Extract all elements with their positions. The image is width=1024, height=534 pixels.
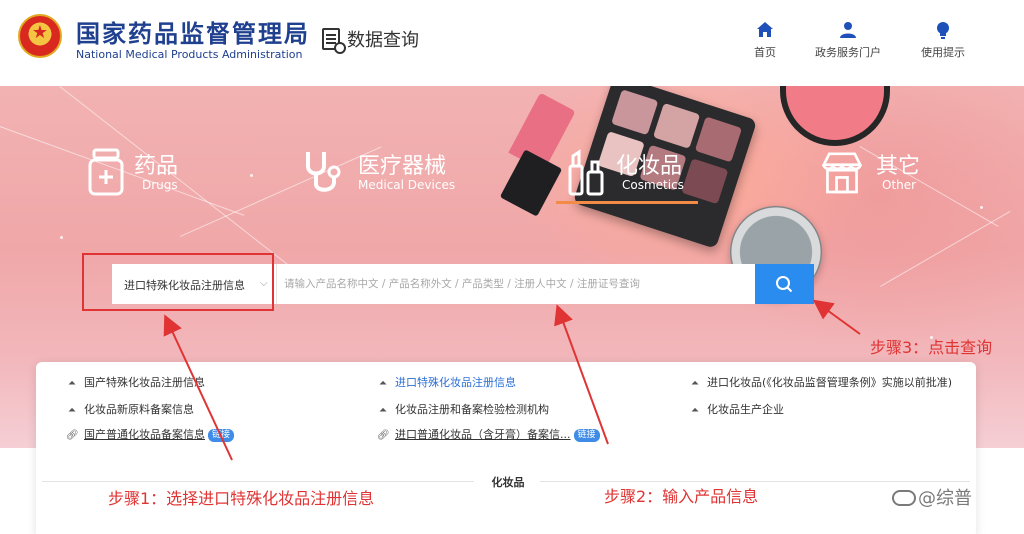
section-divider-left bbox=[42, 481, 474, 482]
category-other-cn: 其它 bbox=[876, 154, 921, 179]
link-imported-special-registration[interactable]: ⏶ 进口特殊化妆品注册信息 bbox=[377, 374, 516, 390]
upload-icon: ⏶ bbox=[379, 405, 387, 416]
nav-service-portal-label: 政务服务门户 bbox=[815, 46, 881, 59]
search-icon bbox=[776, 276, 793, 293]
link-label: 化妆品新原料备案信息 bbox=[84, 403, 194, 416]
nav-service-portal[interactable]: 政务服务门户 bbox=[808, 20, 888, 60]
national-emblem-icon bbox=[18, 14, 62, 58]
nav-home-label: 首页 bbox=[754, 46, 776, 59]
decor-dot bbox=[980, 206, 983, 209]
active-category-underline bbox=[556, 201, 698, 204]
annotation-step1: 步骤1：选择进口特殊化妆品注册信息 bbox=[108, 489, 375, 508]
link-production-enterprises[interactable]: ⏶ 化妆品生产企业 bbox=[689, 401, 784, 417]
category-drugs-cn: 药品 bbox=[134, 154, 179, 179]
category-other-en: Other bbox=[882, 178, 917, 192]
site-header: 国家药品监督管理局 National Medical Products Admi… bbox=[0, 0, 1024, 86]
link-label: 进口化妆品(《化妆品监督管理条例》实施以前批准) bbox=[707, 376, 953, 389]
link-domestic-special-registration[interactable]: ⏶ 国产特殊化妆品注册信息 bbox=[66, 374, 205, 390]
stethoscope-icon bbox=[306, 152, 341, 192]
watermark-text: @综普 bbox=[918, 488, 972, 509]
decor-line bbox=[880, 211, 1011, 287]
link-icon: 🔗︎ bbox=[377, 430, 390, 441]
link-label: 国产普通化妆品备案信息 bbox=[84, 428, 205, 441]
upload-icon: ⏶ bbox=[379, 378, 387, 389]
page: 国家药品监督管理局 National Medical Products Admi… bbox=[0, 0, 1024, 534]
link-tag-badge: 链接 bbox=[573, 429, 600, 442]
category-cosmetics-cn: 化妆品 bbox=[616, 154, 683, 179]
category-drugs[interactable]: 药品 Drugs bbox=[86, 144, 206, 208]
link-label: 化妆品注册和备案检验检测机构 bbox=[395, 403, 549, 416]
watermark: @综普 bbox=[892, 484, 972, 510]
nav-usage-tips-label: 使用提示 bbox=[921, 46, 965, 59]
category-medical-devices[interactable]: 医疗器械 Medical Devices bbox=[302, 144, 492, 208]
org-name-cn: 国家药品监督管理局 bbox=[76, 20, 310, 48]
search-input[interactable] bbox=[284, 264, 754, 304]
category-other[interactable]: 其它 Other bbox=[822, 144, 942, 208]
user-icon bbox=[840, 22, 856, 38]
lightbulb-icon bbox=[937, 22, 949, 39]
section-title: 化妆品 bbox=[491, 476, 525, 489]
home-icon bbox=[757, 22, 773, 37]
section-divider-right bbox=[540, 481, 970, 482]
nav-home[interactable]: 首页 bbox=[725, 20, 805, 60]
link-imported-before-regulation[interactable]: ⏶ 进口化妆品(《化妆品监督管理条例》实施以前批准) bbox=[689, 374, 952, 390]
category-cosmetics[interactable]: 化妆品 Cosmetics bbox=[566, 144, 706, 208]
data-query-label[interactable]: 数据查询 bbox=[347, 26, 419, 52]
annotation-step2: 步骤2：输入产品信息 bbox=[604, 487, 759, 506]
link-tag-badge: 链接 bbox=[208, 429, 235, 442]
store-icon bbox=[822, 152, 862, 194]
search-button[interactable] bbox=[755, 264, 814, 304]
category-drugs-en: Drugs bbox=[142, 178, 178, 192]
upload-icon: ⏶ bbox=[691, 405, 699, 416]
link-testing-institutions[interactable]: ⏶ 化妆品注册和备案检验检测机构 bbox=[377, 401, 549, 417]
link-label: 化妆品生产企业 bbox=[707, 403, 784, 416]
upload-icon: ⏶ bbox=[691, 378, 699, 389]
cosmetics-icon bbox=[568, 149, 604, 196]
upload-icon: ⏶ bbox=[68, 378, 76, 389]
lipstick-base-image bbox=[499, 149, 563, 217]
decor-dot bbox=[60, 236, 63, 239]
category-medical-devices-cn: 医疗器械 bbox=[358, 154, 447, 179]
step1-highlight-box bbox=[82, 253, 274, 311]
annotation-step3: 步骤3：点击查询 bbox=[870, 338, 993, 357]
link-label: 国产特殊化妆品注册信息 bbox=[84, 376, 205, 389]
watermark-logo-icon bbox=[892, 490, 916, 506]
link-label: 进口特殊化妆品注册信息 bbox=[395, 376, 516, 389]
link-new-raw-material-filing[interactable]: ⏶ 化妆品新原料备案信息 bbox=[66, 401, 194, 417]
category-medical-devices-en: Medical Devices bbox=[358, 178, 456, 192]
category-cosmetics-en: Cosmetics bbox=[622, 178, 684, 192]
data-query-icon[interactable] bbox=[322, 28, 346, 54]
pill-bottle-icon bbox=[88, 148, 124, 196]
org-name-en: National Medical Products Administration bbox=[76, 48, 303, 61]
link-imported-general-filing[interactable]: 🔗︎ 进口普通化妆品（含牙膏）备案信... 链接 bbox=[377, 426, 600, 442]
blush-case-image bbox=[780, 86, 890, 146]
upload-icon: ⏶ bbox=[68, 405, 76, 416]
link-domestic-general-filing[interactable]: 🔗︎ 国产普通化妆品备案信息 链接 bbox=[66, 426, 235, 442]
link-icon: 🔗︎ bbox=[66, 430, 79, 441]
nav-usage-tips[interactable]: 使用提示 bbox=[903, 20, 983, 60]
decor-dot bbox=[250, 174, 253, 177]
link-label: 进口普通化妆品（含牙膏）备案信... bbox=[395, 428, 571, 441]
